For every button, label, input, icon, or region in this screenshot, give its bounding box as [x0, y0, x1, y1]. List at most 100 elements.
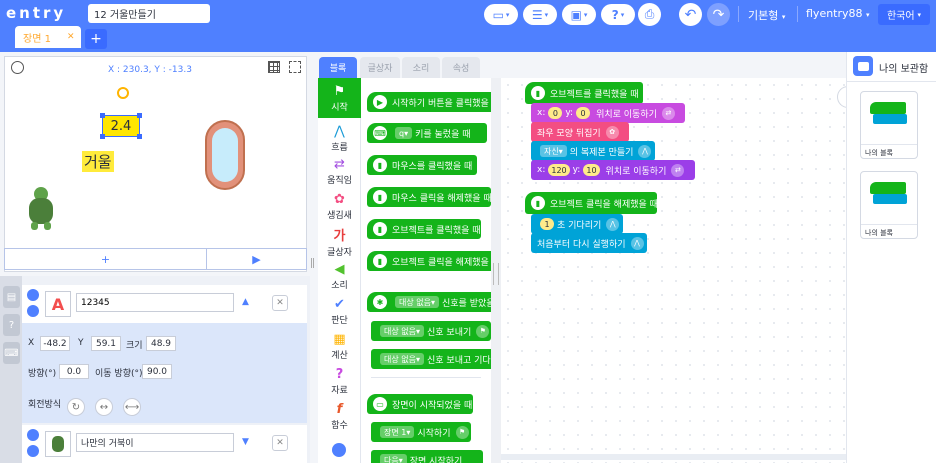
new-project-button[interactable]: ☰ ▾: [523, 4, 557, 25]
panel-resize-handle[interactable]: [311, 258, 314, 268]
locker-card-1[interactable]: 나의 블록: [860, 91, 918, 159]
block-start-scene[interactable]: 장면 1 ▾ 시작하기 ⚑: [371, 422, 471, 442]
entry-logo[interactable]: entry: [6, 4, 66, 22]
block-send-signal-wait[interactable]: 대상 없음▾신호 보내고 기다리기: [371, 349, 491, 369]
y-value-input[interactable]: 10: [583, 164, 600, 176]
add-scene-button[interactable]: +: [85, 29, 107, 49]
x-value-input[interactable]: 0: [548, 107, 563, 119]
signal-select[interactable]: 대상 없음 ▾: [380, 325, 424, 337]
mode-menu[interactable]: 기본형 ▾: [748, 7, 785, 23]
collapse-icon[interactable]: ▲: [242, 297, 249, 307]
block-mouse-click[interactable]: ▮ 마우스를 클릭했을 때: [367, 155, 477, 175]
script2-wait-seconds[interactable]: 1초 기다리기 ⋀: [531, 214, 623, 234]
resize-handle[interactable]: [100, 134, 105, 139]
script2-restart[interactable]: 처음부터 다시 실행하기 ⋀: [531, 233, 647, 253]
locker-icon[interactable]: [853, 56, 873, 76]
undo-button[interactable]: ↶: [679, 3, 702, 26]
add-object-button[interactable]: +: [4, 248, 207, 270]
lock-icon[interactable]: [27, 305, 39, 317]
category-function[interactable]: f 함수: [318, 396, 361, 436]
keyboard-icon[interactable]: ⌨: [3, 342, 20, 364]
palette-splitter[interactable]: [491, 78, 501, 463]
selected-text-sprite[interactable]: 2.4: [102, 115, 140, 137]
block-mouse-release[interactable]: ▮ 마우스 클릭을 해제했을 때: [367, 187, 491, 207]
category-start[interactable]: ⚑ 시작: [318, 78, 361, 118]
expand-icon[interactable]: ▼: [242, 437, 249, 447]
fullscreen-icon[interactable]: [289, 61, 301, 73]
x-value-input[interactable]: 120: [548, 164, 570, 176]
rotate-horizontal-icon[interactable]: ↔: [95, 398, 113, 416]
object-tab-icon[interactable]: ▤: [3, 286, 20, 308]
object-item[interactable]: 나만의 거북이 ▼ ✕: [22, 425, 307, 463]
clone-target-select[interactable]: 자신 ▾: [540, 145, 567, 157]
tab-textbox[interactable]: 글상자: [360, 57, 400, 78]
rotate-handle-icon[interactable]: [117, 87, 129, 99]
script1-hat-object-click[interactable]: ▮ 오브젝트를 클릭했을 때: [525, 82, 643, 104]
block-send-signal[interactable]: 대상 없음 ▾ 신호 보내기 ⚑: [371, 321, 491, 341]
lock-icon[interactable]: [27, 445, 39, 457]
script1-move-to-xy[interactable]: x: 0 y: 0 위치로 이동하기 ⇄: [531, 103, 685, 123]
object-name-label[interactable]: 나만의 거북이: [76, 433, 234, 452]
window-sprite[interactable]: [205, 120, 245, 190]
print-button[interactable]: ⎙: [638, 3, 661, 26]
turtle-sprite[interactable]: [27, 187, 55, 231]
category-judge[interactable]: ✔ 판단: [318, 291, 361, 331]
speed-gauge-icon[interactable]: [11, 61, 24, 74]
close-icon[interactable]: ✕: [67, 32, 75, 42]
object-name-input[interactable]: [76, 293, 234, 312]
project-title-input[interactable]: [88, 4, 210, 23]
help-button[interactable]: ? ▾: [601, 4, 635, 25]
tab-properties[interactable]: 속성: [442, 57, 480, 78]
delete-object-button[interactable]: ✕: [272, 295, 288, 311]
tab-blocks[interactable]: 블록: [319, 57, 357, 78]
tab-sound[interactable]: 소리: [402, 57, 440, 78]
scene-select[interactable]: 다음 ▾: [380, 454, 407, 463]
move-direction-input[interactable]: 90.0: [142, 364, 172, 379]
script2-hat-object-release[interactable]: ▮ 오브젝트 클릭을 해제했을 때: [525, 192, 658, 214]
block-start-next-scene[interactable]: 다음 ▾ 장면 시작하기: [371, 450, 483, 463]
category-looks[interactable]: ✿ 생김새: [318, 186, 361, 226]
category-move[interactable]: ⇄ 움직임: [318, 151, 361, 191]
visibility-eye-icon[interactable]: [27, 289, 39, 301]
mirror-text-sprite[interactable]: 거울: [82, 151, 114, 172]
save-button[interactable]: ▣ ▾: [562, 4, 596, 25]
direction-input[interactable]: 0.0: [59, 364, 89, 379]
language-select[interactable]: 한국어 ▾: [878, 4, 930, 25]
seconds-input[interactable]: 1: [540, 218, 554, 230]
locker-card-2[interactable]: 나의 블록: [860, 171, 918, 239]
script1-move-to-xy-2[interactable]: x: 120 y: 10 위치로 이동하기 ⇄: [531, 160, 695, 180]
block-scene-start[interactable]: ▭ 장면이 시작되었을 때: [367, 394, 473, 414]
signal-select[interactable]: 대상 없음 ▾: [380, 353, 424, 365]
scene-select[interactable]: 장면 1 ▾: [380, 426, 415, 438]
signal-select[interactable]: 대상 없음 ▾: [395, 296, 439, 308]
resize-handle[interactable]: [137, 134, 142, 139]
size-input[interactable]: 48.9: [146, 336, 176, 351]
horizontal-scrollbar[interactable]: [501, 454, 846, 460]
block-start-clicked[interactable]: ▶ 시작하기 버튼을 클릭했을 때: [367, 92, 491, 112]
redo-button[interactable]: ↷: [707, 3, 730, 26]
x-input[interactable]: -48.2: [40, 336, 70, 351]
resize-handle[interactable]: [100, 113, 105, 118]
y-input[interactable]: 59.1: [91, 336, 121, 351]
rotate-none-icon[interactable]: ⟷: [123, 398, 141, 416]
help-icon[interactable]: ?: [3, 314, 20, 336]
block-key-pressed[interactable]: ⌨ q ▾ 키를 눌렀을 때: [367, 123, 487, 143]
extension-icon[interactable]: [332, 443, 346, 457]
block-signal-received[interactable]: ✱ 대상 없음▾신호를 받았을 때: [367, 292, 491, 312]
category-calc[interactable]: ▦ 계산: [318, 326, 361, 366]
block-object-release[interactable]: ▮ 오브젝트 클릭을 해제했을 때: [367, 251, 491, 271]
run-button[interactable]: ▶: [206, 248, 307, 270]
rotate-free-icon[interactable]: ↻: [67, 398, 85, 416]
delete-object-button[interactable]: ✕: [272, 435, 288, 451]
user-menu[interactable]: flyentry88 ▾: [806, 7, 870, 20]
category-textbox[interactable]: 가 글상자: [318, 221, 361, 261]
visibility-eye-icon[interactable]: [27, 429, 39, 441]
y-value-input[interactable]: 0: [576, 107, 591, 119]
script1-flip-horizontal[interactable]: 좌우 모양 뒤집기 ✿: [531, 122, 629, 142]
stage-canvas[interactable]: 2.4 거울: [5, 75, 306, 247]
resize-handle[interactable]: [137, 113, 142, 118]
category-sound[interactable]: ◀ 소리: [318, 256, 361, 296]
block-mode-button[interactable]: ▭ ▾: [484, 4, 518, 25]
grid-icon[interactable]: [268, 61, 280, 73]
scene-tab[interactable]: 장면 1 ✕: [15, 26, 81, 48]
